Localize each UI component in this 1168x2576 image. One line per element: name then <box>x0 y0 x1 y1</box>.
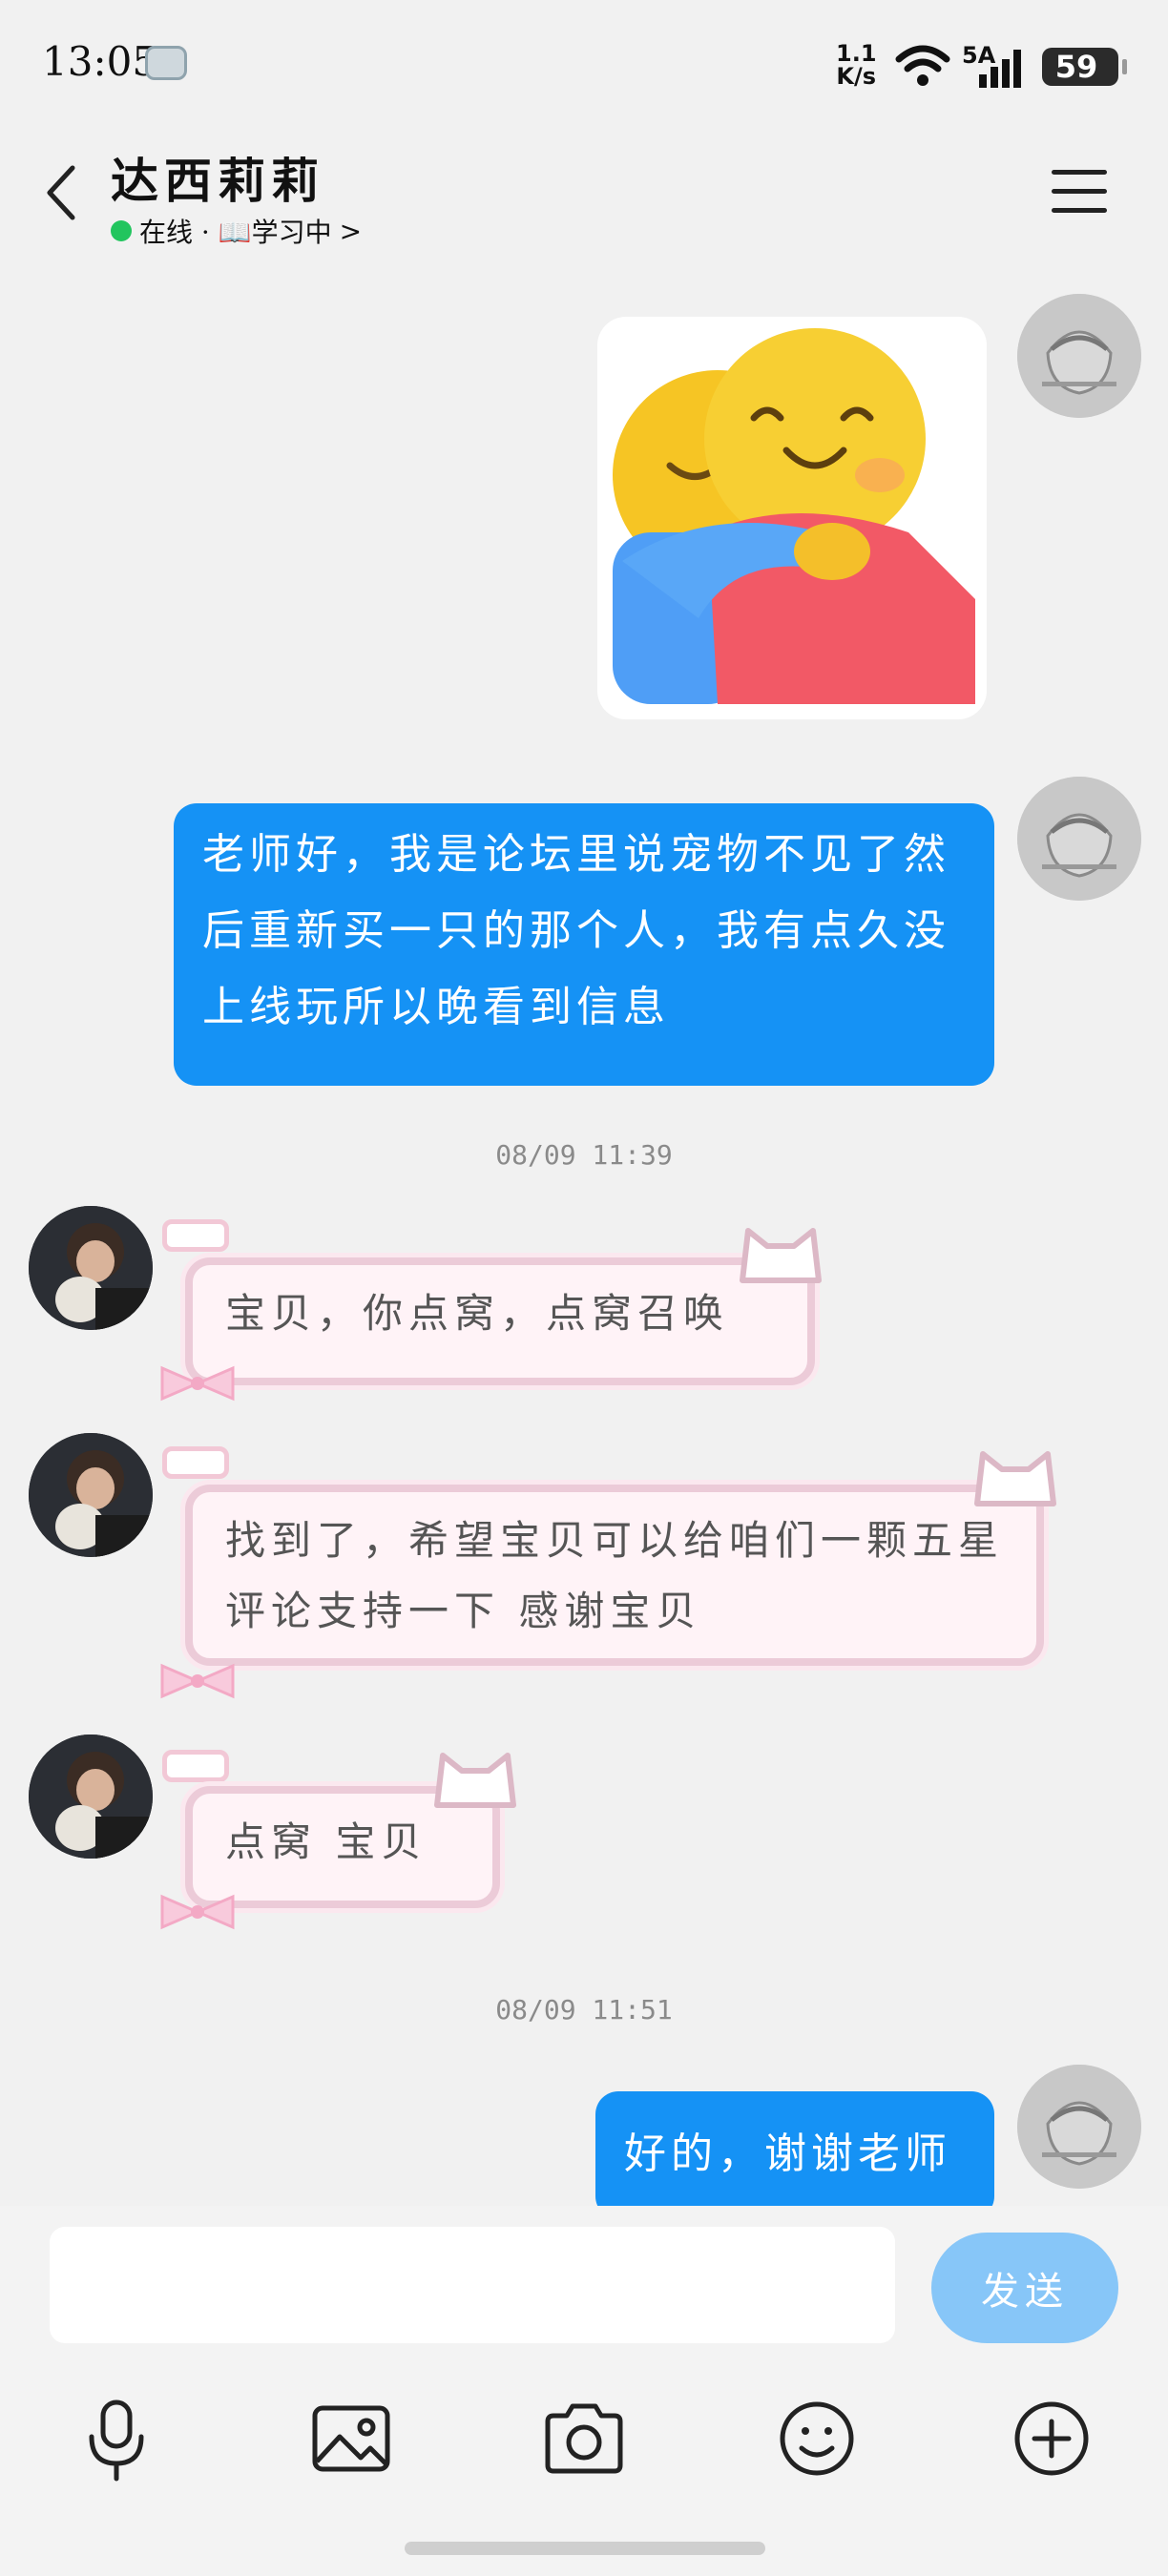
bow-decoration <box>160 1365 235 1402</box>
message-bubble-contact[interactable]: 找到了，希望宝贝可以给咱们一颗五星评论支持一下 感谢宝贝 <box>185 1485 1044 1666</box>
cat-ear-decoration <box>974 1451 1056 1506</box>
signal-icon <box>979 50 1021 88</box>
network-speed-unit: K/s <box>836 63 877 90</box>
send-button[interactable]: 发送 <box>931 2233 1118 2343</box>
image-icon[interactable] <box>305 2393 397 2484</box>
status-time: 13:05 <box>42 38 158 85</box>
bubble-decoration <box>162 1750 229 1782</box>
hug-emoji-sticker[interactable] <box>594 313 991 723</box>
chevron-right-icon: > <box>339 215 363 247</box>
wifi-icon <box>895 45 950 86</box>
presence-status[interactable]: 在线 · 📖学习中 > <box>111 212 362 250</box>
bow-decoration <box>160 1894 235 1930</box>
home-indicator[interactable] <box>405 2542 765 2555</box>
message-bubble-self[interactable]: 好的，谢谢老师 <box>595 2091 994 2219</box>
bubble-decoration <box>162 1219 229 1252</box>
message-timestamp: 08/09 11:51 <box>495 1994 673 2025</box>
battery-level: 59 <box>1054 49 1098 85</box>
bow-decoration <box>160 1663 235 1699</box>
online-dot <box>111 220 132 241</box>
avatar-photo <box>29 1735 153 1859</box>
self-avatar[interactable] <box>1017 294 1141 418</box>
plus-icon[interactable] <box>1006 2393 1097 2484</box>
camera-icon[interactable] <box>538 2393 630 2484</box>
avatar-photo <box>29 1206 153 1330</box>
message-bubble-self[interactable]: 老师好，我是论坛里说宠物不见了然后重新买一只的那个人，我有点久没上线玩所以晚看到… <box>174 803 994 1086</box>
avatar-illustration <box>1017 294 1141 418</box>
contact-avatar[interactable] <box>29 1206 153 1330</box>
avatar-illustration <box>1017 777 1141 901</box>
avatar-photo <box>29 1433 153 1557</box>
message-bubble-contact[interactable]: 宝贝，你点窝，点窝召唤 <box>185 1257 815 1385</box>
microphone-icon[interactable] <box>71 2393 162 2484</box>
self-avatar[interactable] <box>1017 777 1141 901</box>
notification-app-icon <box>145 46 187 80</box>
cat-ear-decoration <box>434 1753 516 1808</box>
presence-text: 在线 · 📖学习中 <box>139 217 332 248</box>
message-timestamp: 08/09 11:39 <box>495 1139 673 1171</box>
cat-ear-decoration <box>740 1228 822 1283</box>
network-speed-value: 1.1 <box>836 40 877 67</box>
bubble-decoration <box>162 1446 229 1479</box>
avatar-illustration <box>1017 2065 1141 2189</box>
contact-avatar[interactable] <box>29 1433 153 1557</box>
battery-icon: 59 <box>1042 48 1127 86</box>
network-speed: 1.1 K/s <box>836 42 877 88</box>
contact-avatar[interactable] <box>29 1735 153 1859</box>
self-avatar[interactable] <box>1017 2065 1141 2189</box>
message-input[interactable] <box>50 2227 895 2343</box>
menu-button[interactable] <box>1050 164 1109 219</box>
back-button[interactable] <box>42 164 80 221</box>
chat-title: 达西莉莉 <box>111 153 324 209</box>
emoji-icon[interactable] <box>771 2393 863 2484</box>
